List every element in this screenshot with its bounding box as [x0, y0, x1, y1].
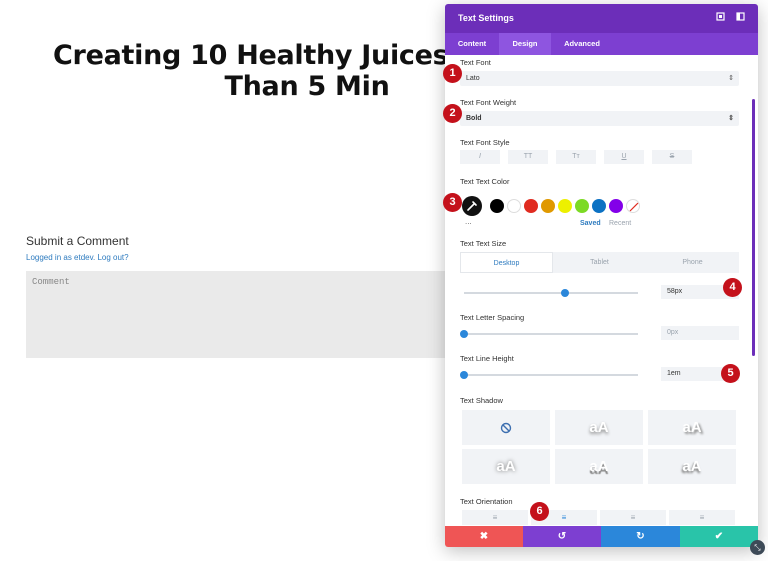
- justify-icon: ≡: [699, 513, 705, 522]
- shadow-option-1[interactable]: aA: [555, 410, 643, 445]
- no-shadow-icon: [500, 422, 512, 434]
- tab-desktop[interactable]: Desktop: [460, 252, 553, 273]
- text-shadow-label: Text Shadow: [460, 396, 503, 405]
- capitalize-button[interactable]: Tт: [556, 150, 596, 164]
- swatch-white[interactable]: [507, 199, 521, 213]
- undo-button[interactable]: ↺: [523, 526, 601, 547]
- text-font-select[interactable]: Lato ⇕: [460, 71, 739, 86]
- comment-heading: Submit a Comment: [26, 234, 129, 248]
- tab-advanced[interactable]: Advanced: [551, 33, 613, 55]
- font-weight-value: Bold: [466, 115, 482, 122]
- close-icon: ✖: [479, 531, 489, 542]
- text-font-value: Lato: [466, 75, 480, 82]
- panel-body: Text Font Lato ⇕ Text Font Weight Bold ⇕…: [445, 55, 758, 525]
- align-left-button[interactable]: ≡: [462, 510, 528, 525]
- shadow-option-5[interactable]: aA: [648, 449, 736, 484]
- swatch-red[interactable]: [524, 199, 538, 213]
- orientation-label: Text Orientation: [460, 497, 513, 506]
- letter-spacing-slider[interactable]: [464, 333, 638, 335]
- comment-textarea[interactable]: Comment: [26, 271, 456, 358]
- annotation-marker-4: 4: [723, 278, 742, 297]
- save-button[interactable]: ✔: [680, 526, 758, 547]
- swatch-orange[interactable]: [541, 199, 555, 213]
- cancel-button[interactable]: ✖: [445, 526, 523, 547]
- no-color-icon: [629, 202, 639, 212]
- shadow-none-option[interactable]: [462, 410, 550, 445]
- swatch-blue[interactable]: [592, 199, 606, 213]
- swatch-black[interactable]: [490, 199, 504, 213]
- check-icon: ✔: [714, 531, 724, 542]
- annotation-marker-5: 5: [721, 364, 740, 383]
- swatch-green[interactable]: [575, 199, 589, 213]
- split-view-icon[interactable]: [735, 12, 746, 23]
- align-center-icon: ≡: [561, 513, 567, 522]
- recent-colors-tab[interactable]: Recent: [609, 220, 631, 227]
- select-arrows-icon: ⇕: [728, 115, 734, 122]
- fullscreen-icon[interactable]: [715, 12, 726, 23]
- eyedropper-icon: [467, 201, 477, 211]
- letter-spacing-slider-thumb[interactable]: [460, 330, 468, 338]
- tab-tablet[interactable]: Tablet: [553, 252, 646, 273]
- logged-in-link[interactable]: Logged in as etdev. Log out?: [26, 253, 129, 262]
- select-arrows-icon: ⇕: [728, 75, 734, 82]
- strikethrough-button[interactable]: S: [652, 150, 692, 164]
- text-size-label: Text Text Size: [460, 239, 507, 248]
- panel-tabs: Content Design Advanced: [445, 33, 758, 55]
- panel-header[interactable]: Text Settings: [445, 4, 758, 33]
- font-weight-select[interactable]: Bold ⇕: [460, 111, 739, 126]
- justify-button[interactable]: ≡: [669, 510, 735, 525]
- letter-spacing-input[interactable]: 0px: [661, 326, 739, 340]
- swatch-yellow[interactable]: [558, 199, 572, 213]
- shadow-option-2[interactable]: aA: [648, 410, 736, 445]
- line-height-label: Text Line Height: [460, 354, 514, 363]
- annotation-marker-1: 1: [443, 64, 462, 83]
- text-settings-panel: Text Settings Content Design Advanced Te…: [445, 4, 758, 547]
- panel-title: Text Settings: [458, 13, 514, 23]
- uppercase-button[interactable]: TT: [508, 150, 548, 164]
- swatch-none[interactable]: [626, 199, 640, 213]
- tab-content[interactable]: Content: [445, 33, 499, 55]
- more-colors-icon[interactable]: ...: [465, 217, 472, 226]
- panel-scrollbar[interactable]: [752, 99, 755, 356]
- redo-icon: ↻: [636, 531, 645, 542]
- text-color-label: Text Text Color: [460, 177, 510, 186]
- align-right-icon: ≡: [630, 513, 636, 522]
- text-size-slider[interactable]: [464, 292, 638, 294]
- text-size-slider-thumb[interactable]: [560, 289, 569, 297]
- line-height-slider-thumb[interactable]: [460, 371, 468, 379]
- page: Creating 10 Healthy Juices in Less Than …: [0, 0, 768, 561]
- swatch-purple[interactable]: [609, 199, 623, 213]
- saved-colors-tab[interactable]: Saved: [580, 220, 601, 227]
- annotation-marker-2: 2: [443, 104, 462, 123]
- italic-button[interactable]: I: [460, 150, 500, 164]
- color-picker-button[interactable]: [462, 196, 482, 216]
- comment-placeholder: Comment: [32, 277, 70, 287]
- annotation-marker-6: 6: [530, 502, 549, 521]
- tab-phone[interactable]: Phone: [646, 252, 739, 273]
- font-style-label: Text Font Style: [460, 138, 510, 147]
- redo-button[interactable]: ↻: [601, 526, 680, 547]
- align-left-icon: ≡: [492, 513, 498, 522]
- align-right-button[interactable]: ≡: [600, 510, 666, 525]
- line-height-slider[interactable]: [464, 374, 638, 376]
- tab-design[interactable]: Design: [499, 33, 551, 55]
- shadow-option-4[interactable]: aA: [555, 449, 643, 484]
- font-weight-label: Text Font Weight: [460, 98, 517, 107]
- annotation-marker-3: 3: [443, 193, 462, 212]
- resize-handle-icon[interactable]: ⤡: [750, 540, 765, 555]
- text-font-label: Text Font: [460, 58, 491, 67]
- shadow-option-3[interactable]: aA: [462, 449, 550, 484]
- undo-icon: ↺: [557, 531, 567, 542]
- underline-button[interactable]: U: [604, 150, 644, 164]
- device-tabs: Desktop Tablet Phone: [460, 252, 739, 273]
- letter-spacing-label: Text Letter Spacing: [460, 313, 525, 322]
